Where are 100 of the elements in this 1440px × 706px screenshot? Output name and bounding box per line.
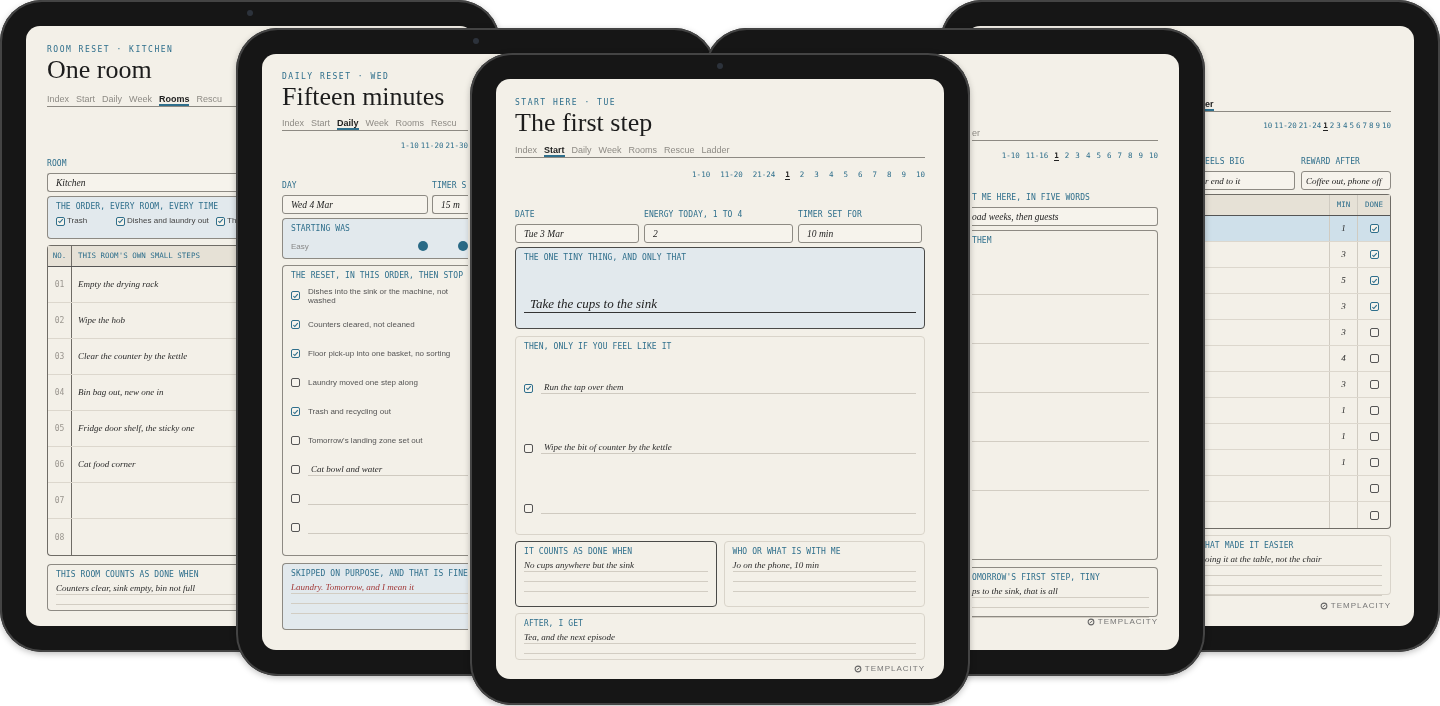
- checkbox[interactable]: [291, 436, 300, 445]
- row-number: 05: [54, 424, 65, 433]
- checkbox[interactable]: [1369, 302, 1379, 311]
- scale-dot[interactable]: [418, 241, 428, 251]
- field-label: EELS BIG: [1205, 157, 1246, 167]
- tab[interactable]: Index: [282, 117, 305, 130]
- checkbox[interactable]: [291, 349, 300, 358]
- scale-dot[interactable]: [458, 241, 468, 251]
- row-number: 04: [54, 388, 65, 397]
- handwritten-note: ps to the sink, that is all: [972, 586, 1149, 598]
- checkbox[interactable]: [1369, 406, 1379, 415]
- table-row[interactable]: 1: [1205, 216, 1390, 242]
- checkbox[interactable]: [1369, 276, 1379, 285]
- tab[interactable]: Rescu: [196, 93, 222, 106]
- table-cell: 4: [1341, 353, 1346, 364]
- section-heading: SKIPPED ON PURPOSE, AND THAT IS FINE: [291, 569, 468, 579]
- tab[interactable]: Start: [544, 144, 565, 157]
- tab[interactable]: Index: [47, 93, 70, 106]
- checkbox[interactable]: [291, 407, 300, 416]
- table-cell: Clear the counter by the kettle: [78, 351, 188, 362]
- table-row[interactable]: 1: [1205, 398, 1390, 424]
- tab[interactable]: Week: [598, 144, 622, 157]
- handwritten-answer[interactable]: Take the cups to the sink: [524, 296, 916, 313]
- input-field[interactable]: Kitchen: [47, 173, 236, 192]
- checkbox[interactable]: [1369, 510, 1379, 520]
- checkbox[interactable]: [1369, 380, 1379, 389]
- tab[interactable]: Rescu: [430, 117, 457, 130]
- table-row[interactable]: 1: [1205, 424, 1390, 450]
- table-cell: 1: [1341, 431, 1346, 442]
- tab[interactable]: Week: [365, 117, 389, 130]
- input-field[interactable]: r end to it: [1205, 171, 1295, 190]
- tab[interactable]: Daily: [337, 117, 359, 130]
- checkbox[interactable]: [216, 216, 225, 226]
- row-number: 06: [54, 460, 65, 469]
- tab[interactable]: Index: [515, 144, 538, 157]
- tab[interactable]: Daily: [102, 93, 123, 106]
- table-row[interactable]: 5: [1205, 268, 1390, 294]
- checkbox[interactable]: [1369, 484, 1379, 493]
- row-number: 08: [54, 532, 65, 542]
- input-field[interactable]: 2: [644, 224, 793, 243]
- page-eyebrow: DAILY RESET · WED: [282, 72, 391, 82]
- checkbox[interactable]: [524, 443, 533, 453]
- checkbox[interactable]: [291, 494, 300, 503]
- section-heading: THE RESET, IN THIS ORDER, THEN STOP: [291, 271, 465, 281]
- input-field[interactable]: Wed 4 Mar: [282, 195, 428, 214]
- tab[interactable]: Rescue: [663, 144, 695, 157]
- table-row[interactable]: 4: [1205, 346, 1390, 372]
- checkbox[interactable]: [524, 503, 533, 513]
- tab[interactable]: Rooms: [395, 117, 424, 130]
- table-row[interactable]: 3: [1205, 320, 1390, 346]
- input-field[interactable]: oad weeks, then guests: [972, 207, 1158, 226]
- tab[interactable]: er: [1205, 98, 1214, 111]
- input-field[interactable]: 10 min: [798, 224, 922, 243]
- checkbox[interactable]: [524, 383, 533, 393]
- checklist-item: Counters cleared, not cleaned: [308, 320, 415, 329]
- tab[interactable]: Start: [311, 117, 331, 130]
- checkbox[interactable]: [291, 378, 300, 387]
- checkbox[interactable]: [291, 291, 300, 300]
- table-row[interactable]: 1: [1205, 450, 1390, 476]
- checkbox[interactable]: [1369, 432, 1379, 441]
- checkbox[interactable]: [56, 216, 65, 226]
- handwritten-note: Tea, and the next episode: [524, 632, 916, 644]
- logo-icon: [1319, 602, 1328, 610]
- checklist-item: Th: [227, 216, 237, 226]
- table-row[interactable]: 3: [1205, 372, 1390, 398]
- checkbox[interactable]: [1369, 224, 1379, 233]
- tab[interactable]: Start: [76, 93, 96, 106]
- section-heading: STARTING WAS: [291, 224, 351, 234]
- field-label: TIMER SET FOR: [798, 210, 863, 220]
- tab[interactable]: Week: [129, 93, 152, 106]
- tab[interactable]: Daily: [571, 144, 592, 157]
- field-label: T ME HERE, IN FIVE WORDS: [972, 193, 1091, 203]
- checkbox[interactable]: [1369, 458, 1379, 467]
- checkbox[interactable]: [291, 465, 300, 474]
- checkbox[interactable]: [291, 523, 300, 532]
- table-row[interactable]: 3: [1205, 294, 1390, 320]
- table-cell: 5: [1341, 275, 1346, 286]
- table-row[interactable]: 3: [1205, 242, 1390, 268]
- checkbox[interactable]: [1369, 354, 1379, 363]
- handwritten-note: Run the tap over them: [544, 382, 624, 393]
- checkbox[interactable]: [291, 320, 300, 329]
- input-field[interactable]: Coffee out, phone off: [1301, 171, 1391, 190]
- scale-label: Easy: [291, 241, 309, 251]
- input-field[interactable]: 15 m: [432, 195, 468, 214]
- brand-name: TEMPLACITY: [1330, 601, 1391, 611]
- checkbox[interactable]: [116, 216, 125, 226]
- field-label: REWARD AFTER: [1301, 157, 1361, 167]
- checkbox[interactable]: [1369, 328, 1379, 337]
- tab[interactable]: Rooms: [158, 93, 190, 106]
- tab[interactable]: Ladder: [701, 144, 730, 157]
- page-title: Fifteen minutes: [282, 84, 446, 110]
- page-title: One room: [47, 57, 153, 83]
- input-field[interactable]: Tue 3 Mar: [515, 224, 639, 243]
- table-cell: 3: [1341, 379, 1346, 390]
- tab[interactable]: er: [972, 127, 980, 140]
- checkbox[interactable]: [1369, 250, 1379, 259]
- tab[interactable]: Rooms: [628, 144, 657, 157]
- checklist-item: Laundry moved one step along: [308, 378, 418, 387]
- field-label: DAY: [282, 181, 298, 191]
- section-heading: WHO OR WHAT IS WITH ME: [732, 547, 842, 557]
